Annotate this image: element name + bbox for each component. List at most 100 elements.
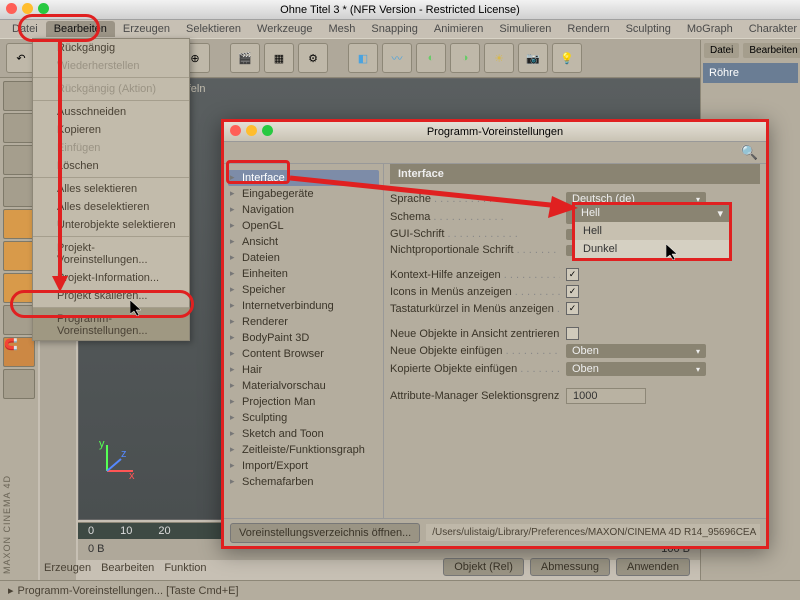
row-label: Attribute-Manager Selektionsgrenze	[390, 390, 560, 402]
row-label: GUI-Schrift	[390, 228, 560, 240]
menuitem-projekt-information-[interactable]: Projekt-Information...	[33, 269, 189, 287]
menuitem-kopieren[interactable]: Kopieren	[33, 121, 189, 139]
tree-eingabeger-te[interactable]: Eingabegeräte	[228, 186, 379, 202]
schema-dropdown-head[interactable]: Hell▾	[575, 205, 729, 222]
menu-werkzeuge[interactable]: Werkzeuge	[249, 21, 320, 37]
tab-edit[interactable]: Bearbeiten	[101, 562, 154, 574]
om-tab-file[interactable]: Datei	[704, 43, 739, 58]
context-help-checkbox[interactable]: ✓	[566, 268, 579, 281]
tree-opengl[interactable]: OpenGL	[228, 218, 379, 234]
dimension-button[interactable]: Abmessung	[530, 558, 610, 576]
tree-internetverbindung[interactable]: Internetverbindung	[228, 298, 379, 314]
apply-button[interactable]: Anwenden	[616, 558, 690, 576]
close-icon[interactable]	[230, 125, 241, 136]
menu-rendern[interactable]: Rendern	[559, 21, 617, 37]
environment-button[interactable]: ☀	[484, 43, 514, 73]
tree-dateien[interactable]: Dateien	[228, 250, 379, 266]
tree-hair[interactable]: Hair	[228, 362, 379, 378]
menuitem-alles-deselektieren[interactable]: Alles deselektieren	[33, 198, 189, 216]
menu-animieren[interactable]: Animieren	[426, 21, 492, 37]
recent-tool-2[interactable]	[3, 241, 35, 271]
menuitem-unterobjekte-selektieren[interactable]: Unterobjekte selektieren	[33, 216, 189, 234]
recent-tool[interactable]	[3, 209, 35, 239]
preferences-dialog: Programm-Voreinstellungen 🔍 InterfaceEin…	[221, 119, 769, 549]
tree-renderer[interactable]: Renderer	[228, 314, 379, 330]
center-new-checkbox[interactable]	[566, 327, 579, 340]
cube-primitive-button[interactable]: ◧	[348, 43, 378, 73]
recent-tool-3[interactable]	[3, 273, 35, 303]
tree-sketch-and-toon[interactable]: Sketch and Toon	[228, 426, 379, 442]
menu-mesh[interactable]: Mesh	[320, 21, 363, 37]
svg-text:x: x	[129, 470, 135, 479]
menu-mograph[interactable]: MoGraph	[679, 21, 741, 37]
brand-label: MAXON CINEMA 4D	[2, 475, 12, 574]
menu-bearbeiten[interactable]: Bearbeiten	[46, 21, 115, 37]
menu-icons-checkbox[interactable]: ✓	[566, 285, 579, 298]
window-controls[interactable]	[6, 3, 49, 14]
zoom-icon[interactable]	[38, 3, 49, 14]
close-icon[interactable]	[6, 3, 17, 14]
camera-button[interactable]: 📷	[518, 43, 548, 73]
open-prefs-folder-button[interactable]: Voreinstellungsverzeichnis öffnen...	[230, 523, 420, 543]
om-tab-edit[interactable]: Bearbeiten	[743, 43, 800, 58]
tree-import-export[interactable]: Import/Export	[228, 458, 379, 474]
menuitem-ausschneiden[interactable]: Ausschneiden	[33, 100, 189, 121]
axis-lock-tool[interactable]	[3, 305, 35, 335]
dialog-title: Programm-Voreinstellungen	[427, 126, 563, 138]
light-button[interactable]: 💡	[552, 43, 582, 73]
tree-speicher[interactable]: Speicher	[228, 282, 379, 298]
spline-button[interactable]: 〰	[382, 43, 412, 73]
render-button[interactable]: 🎬	[230, 43, 260, 73]
tree-content-browser[interactable]: Content Browser	[228, 346, 379, 362]
tree-schemafarben[interactable]: Schemafarben	[228, 474, 379, 490]
search-icon[interactable]: 🔍	[741, 144, 758, 161]
tree-navigation[interactable]: Navigation	[228, 202, 379, 218]
tab-function[interactable]: Funktion	[164, 562, 206, 574]
tree-interface[interactable]: Interface	[228, 170, 379, 186]
tree-projection-man[interactable]: Projection Man	[228, 394, 379, 410]
move-tool[interactable]	[3, 113, 35, 143]
menu-selektieren[interactable]: Selektieren	[178, 21, 249, 37]
insert-copied-combo[interactable]: Oben▾	[566, 362, 706, 376]
tree-materialvorschau[interactable]: Materialvorschau	[228, 378, 379, 394]
menuitem-programm-voreinstellungen-[interactable]: Programm-Voreinstellungen...	[33, 307, 189, 340]
menuitem-projekt-skalieren-[interactable]: Projekt skalieren...	[33, 287, 189, 305]
menu-snapping[interactable]: Snapping	[363, 21, 426, 37]
schema-option-light[interactable]: Hell	[575, 222, 729, 240]
render-settings-button[interactable]: ⚙	[298, 43, 328, 73]
menuitem-projekt-voreinstellungen-[interactable]: Projekt-Voreinstellungen...	[33, 236, 189, 269]
menu-simulieren[interactable]: Simulieren	[491, 21, 559, 37]
minimize-icon[interactable]	[246, 125, 257, 136]
generator-button[interactable]: ◐	[416, 43, 446, 73]
attr-limit-field[interactable]: 1000	[566, 388, 646, 404]
tree-zeitleiste-funktionsgraph[interactable]: Zeitleiste/Funktionsgraph	[228, 442, 379, 458]
time-mark: 10	[120, 525, 132, 537]
tree-ansicht[interactable]: Ansicht	[228, 234, 379, 250]
schema-option-dark[interactable]: Dunkel	[575, 240, 729, 258]
menu-sculpting[interactable]: Sculpting	[618, 21, 679, 37]
dialog-searchbar: 🔍	[224, 142, 766, 164]
tree-bodypaint-d[interactable]: BodyPaint 3D	[228, 330, 379, 346]
minimize-icon[interactable]	[22, 3, 33, 14]
tree-sculpting[interactable]: Sculpting	[228, 410, 379, 426]
scale-tool[interactable]	[3, 145, 35, 175]
render-region-button[interactable]: ▦	[264, 43, 294, 73]
tree-einheiten[interactable]: Einheiten	[228, 266, 379, 282]
menuitem-l-schen[interactable]: Löschen	[33, 157, 189, 175]
rotate-tool[interactable]	[3, 177, 35, 207]
shortcuts-checkbox[interactable]: ✓	[566, 302, 579, 315]
zoom-icon[interactable]	[262, 125, 273, 136]
menu-datei[interactable]: Datei	[4, 21, 46, 37]
object-row[interactable]: Röhre	[703, 63, 798, 83]
menu-erzeugen[interactable]: Erzeugen	[115, 21, 178, 37]
menu-charakter[interactable]: Charakter	[741, 21, 800, 37]
deformer-button[interactable]: ◑	[450, 43, 480, 73]
magnet-tool[interactable]: 🧲	[3, 337, 35, 367]
workplane-tool[interactable]	[3, 369, 35, 399]
tab-create[interactable]: Erzeugen	[44, 562, 91, 574]
live-select-tool[interactable]	[3, 81, 35, 111]
menuitem-r-ckg-ngig[interactable]: Rückgängig	[33, 39, 189, 57]
object-rel-button[interactable]: Objekt (Rel)	[443, 558, 524, 576]
insert-new-combo[interactable]: Oben▾	[566, 344, 706, 358]
menuitem-alles-selektieren[interactable]: Alles selektieren	[33, 177, 189, 198]
